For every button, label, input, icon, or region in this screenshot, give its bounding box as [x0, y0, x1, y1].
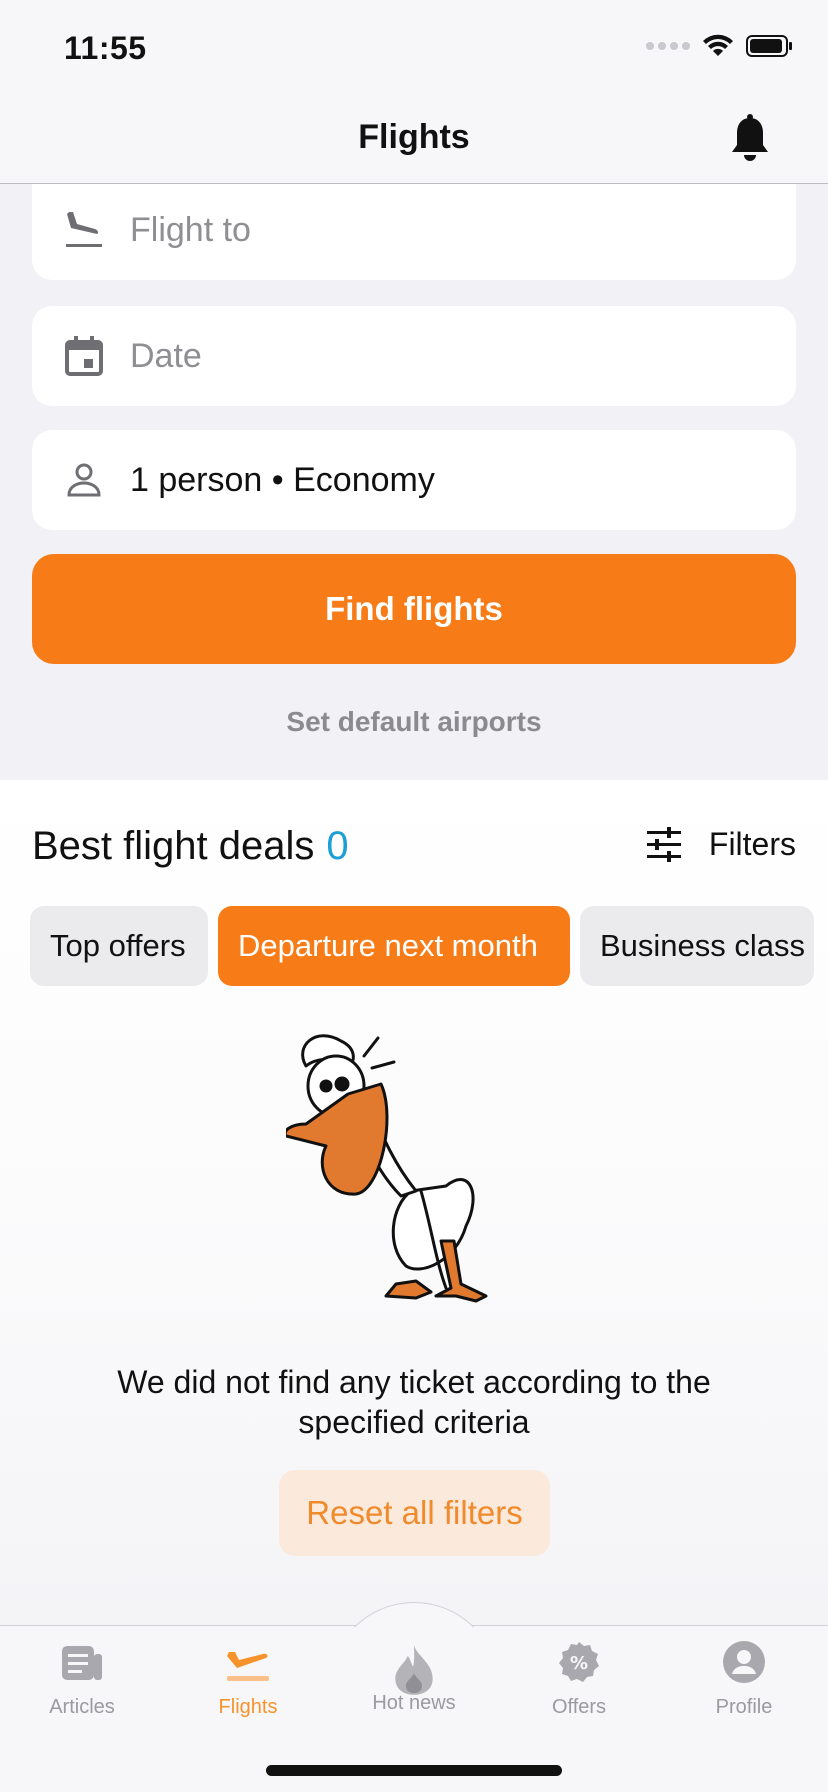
wifi-icon — [703, 34, 733, 56]
status-icons — [646, 34, 794, 58]
tab-offers[interactable]: % Offers — [509, 1638, 649, 1719]
deals-count: 0 — [326, 824, 349, 868]
tab-profile[interactable]: Profile — [674, 1638, 814, 1719]
date-field[interactable]: Date — [32, 306, 796, 406]
deals-heading: Best flight deals 0 — [32, 824, 349, 869]
filters-label: Filters — [708, 826, 796, 862]
plane-landing-icon — [60, 206, 108, 254]
deal-chips: Top offers Departure next month Business… — [30, 906, 814, 986]
chip-departure-next-month[interactable]: Departure next month — [218, 906, 570, 986]
tab-flights-label: Flights — [218, 1696, 278, 1718]
articles-icon — [58, 1638, 106, 1686]
chip-top-offers[interactable]: Top offers — [30, 906, 208, 986]
flight-to-field[interactable]: Flight to — [32, 180, 796, 280]
passengers-field[interactable]: 1 person • Economy — [32, 430, 796, 530]
status-time: 11:55 — [64, 30, 147, 66]
tab-hot-news[interactable]: Hot news — [344, 1638, 484, 1715]
deals-section: Best flight deals 0 Filters Top offers De… — [0, 780, 828, 1625]
bell-icon[interactable] — [728, 114, 772, 164]
date-placeholder: Date — [130, 336, 202, 375]
tab-articles[interactable]: Articles — [12, 1638, 152, 1719]
tab-articles-label: Articles — [49, 1696, 115, 1718]
confused-pelican-illustration — [286, 1034, 488, 1303]
flight-to-placeholder: Flight to — [130, 210, 251, 249]
set-default-airports-link[interactable]: Set default airports — [0, 706, 828, 738]
plane-icon — [224, 1638, 272, 1686]
tab-hot-news-label: Hot news — [372, 1692, 456, 1714]
chip-business-class[interactable]: Business class — [580, 906, 814, 986]
calendar-icon — [60, 332, 108, 380]
tab-offers-label: Offers — [551, 1696, 607, 1718]
person-icon — [60, 456, 108, 504]
sliders-icon — [646, 826, 681, 862]
profile-icon — [720, 1638, 768, 1686]
tab-flights[interactable]: Flights — [178, 1638, 318, 1719]
home-indicator[interactable] — [266, 1765, 562, 1776]
find-flights-button[interactable]: Find flights — [32, 554, 796, 664]
battery-icon — [746, 35, 792, 57]
deals-title: Best flight deals — [32, 824, 315, 868]
svg-text:%: % — [570, 1653, 588, 1674]
percent-badge-icon: % — [555, 1638, 603, 1686]
reset-filters-button[interactable]: Reset all filters — [279, 1470, 550, 1556]
tab-profile-label: Profile — [715, 1696, 773, 1718]
passengers-value: 1 person • Economy — [130, 460, 435, 499]
empty-state-message: We did not find any ticket according to … — [117, 1364, 711, 1440]
filters-button[interactable]: Filters — [645, 826, 796, 863]
top-bar: 11:55 Flights — [0, 0, 828, 184]
signal-icon — [646, 42, 690, 50]
page-title: Flights — [358, 118, 470, 156]
flame-icon — [390, 1645, 438, 1695]
